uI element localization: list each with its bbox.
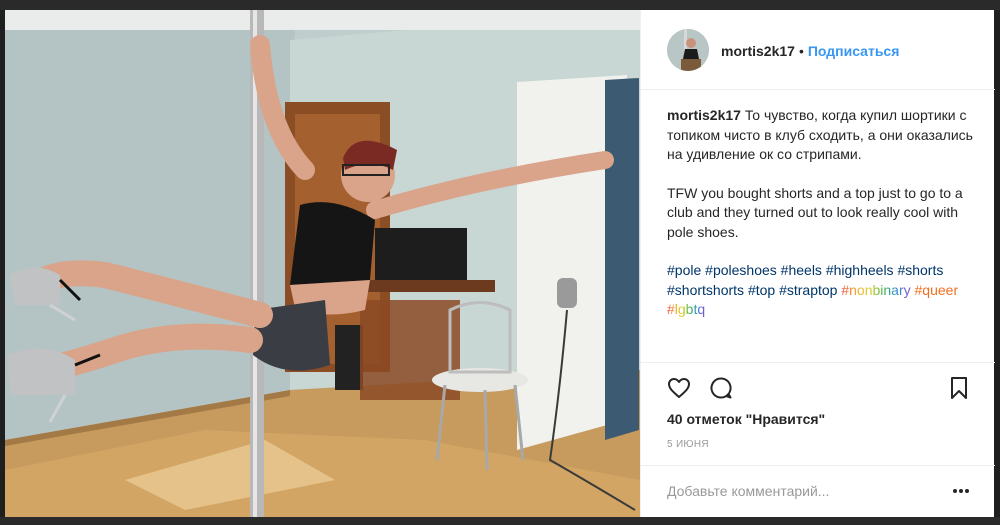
post-header: mortis2k17 • Подписаться: [641, 10, 995, 90]
backdrop-top: [0, 0, 1000, 10]
bookmark-icon[interactable]: [947, 376, 971, 405]
caption-ru: mortis2k17 То чувство, когда купил шорти…: [667, 106, 977, 165]
separator-dot: •: [798, 43, 804, 59]
hashtag-link[interactable]: #heels: [781, 262, 822, 278]
header-line: mortis2k17 • Подписаться: [721, 42, 899, 60]
hashtag-link[interactable]: #pole: [667, 262, 701, 278]
caption: mortis2k17 То чувство, когда купил шорти…: [667, 106, 977, 339]
avatar-image: [667, 29, 709, 71]
hashtag-list: #pole #poleshoes #heels #highheels #shor…: [667, 261, 977, 320]
likes-count[interactable]: 40 отметок "Нравится": [667, 411, 825, 427]
backdrop-bottom: [0, 517, 1000, 525]
divider: [641, 465, 995, 466]
hashtag-link[interactable]: #queer: [915, 282, 959, 298]
follow-button[interactable]: Подписаться: [808, 43, 900, 59]
post-photo[interactable]: [5, 10, 640, 517]
caption-en: TFW you bought shorts and a top just to …: [667, 184, 963, 240]
hashtag-link[interactable]: #shorts: [897, 262, 943, 278]
post-date[interactable]: 5 июня: [667, 439, 709, 450]
caption-author-link[interactable]: mortis2k17: [667, 107, 741, 123]
hashtag-link[interactable]: #poleshoes: [705, 262, 777, 278]
hashtag-link[interactable]: #shortshorts: [667, 282, 744, 298]
comment-input[interactable]: [667, 480, 937, 502]
hashtag-link[interactable]: #straptop: [779, 282, 837, 298]
hashtag-link[interactable]: #lgbtq: [667, 301, 705, 317]
hashtag-link[interactable]: #top: [748, 282, 775, 298]
hashtag-link[interactable]: #nonbinary: [841, 282, 910, 298]
comment-bubble-icon[interactable]: [709, 376, 733, 405]
heart-icon[interactable]: [667, 376, 691, 405]
more-options-icon[interactable]: [951, 484, 971, 498]
post-sidebar: mortis2k17 • Подписаться mortis2k17 То чув…: [640, 10, 995, 517]
hashtag-link[interactable]: #highheels: [826, 262, 894, 278]
avatar[interactable]: [667, 29, 709, 71]
username-link[interactable]: mortis2k17: [721, 43, 795, 59]
photo-illustration: [5, 10, 640, 517]
divider: [641, 362, 995, 363]
